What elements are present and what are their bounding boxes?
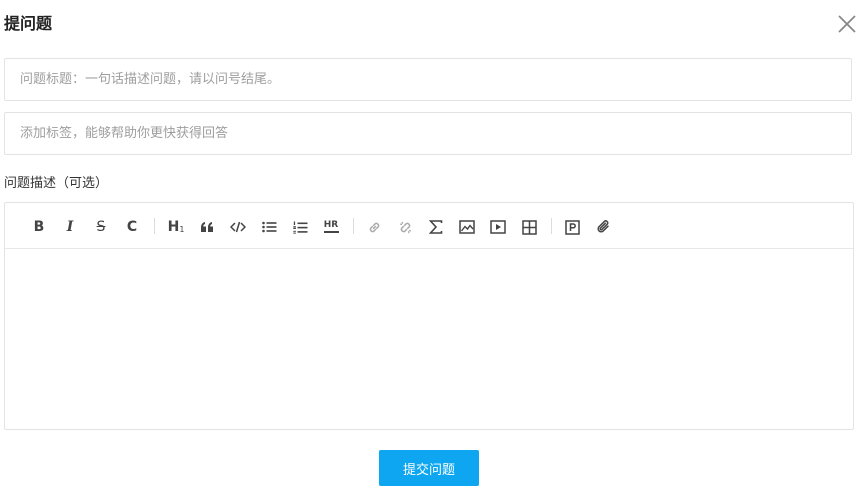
strikethrough-button[interactable]: S xyxy=(90,217,112,237)
video-icon xyxy=(490,220,506,234)
description-textarea[interactable] xyxy=(5,249,853,429)
image-button[interactable] xyxy=(456,217,478,237)
toolbar-separator xyxy=(154,218,155,234)
close-icon xyxy=(838,15,856,33)
tags-field xyxy=(4,112,852,155)
editor-toolbar: B I S C H 1 HR xyxy=(5,203,853,249)
heading-button[interactable]: H 1 xyxy=(165,217,187,237)
ordered-list-icon xyxy=(292,221,307,234)
ordered-list-button[interactable] xyxy=(289,217,311,237)
table-button[interactable] xyxy=(518,217,540,237)
code-block-icon xyxy=(230,221,246,233)
image-icon xyxy=(459,220,475,234)
video-button[interactable] xyxy=(487,217,509,237)
unordered-list-icon xyxy=(261,221,276,233)
link-button[interactable] xyxy=(363,217,385,237)
description-editor: B I S C H 1 HR xyxy=(4,202,854,430)
sigma-icon xyxy=(429,220,443,234)
horizontal-rule-icon: HR xyxy=(323,221,339,233)
description-label: 问题描述（可选） xyxy=(4,176,109,191)
dialog-title: 提问题 xyxy=(4,14,53,33)
preview-button[interactable] xyxy=(561,217,583,237)
close-button[interactable] xyxy=(837,14,857,34)
ask-question-dialog: 提问题 问题描述（可选） B I S C xyxy=(0,0,864,496)
formula-button[interactable] xyxy=(425,217,447,237)
horizontal-rule-button[interactable]: HR xyxy=(320,217,342,237)
code-icon: C xyxy=(126,219,138,235)
attachment-button[interactable] xyxy=(592,217,614,237)
bold-icon: B xyxy=(33,219,45,235)
quote-button[interactable] xyxy=(196,217,218,237)
question-title-field xyxy=(4,58,852,101)
code-block-button[interactable] xyxy=(227,217,249,237)
toolbar-separator xyxy=(353,218,354,234)
strikethrough-icon: S xyxy=(96,219,106,235)
code-button[interactable]: C xyxy=(121,217,143,237)
italic-button[interactable]: I xyxy=(59,217,81,237)
question-title-input[interactable] xyxy=(5,59,851,100)
italic-icon: I xyxy=(66,219,74,235)
unlink-button[interactable] xyxy=(394,217,416,237)
tags-input[interactable] xyxy=(5,113,851,154)
quote-icon xyxy=(201,222,213,232)
table-icon xyxy=(521,219,537,235)
submit-question-button[interactable]: 提交问题 xyxy=(379,450,479,486)
heading-icon: H 1 xyxy=(167,219,185,235)
unordered-list-button[interactable] xyxy=(258,217,280,237)
paperclip-icon xyxy=(596,220,609,233)
link-icon xyxy=(369,222,379,232)
preview-icon xyxy=(564,219,580,235)
unlink-icon xyxy=(399,221,411,233)
toolbar-separator xyxy=(551,218,552,234)
bold-button[interactable]: B xyxy=(28,217,50,237)
